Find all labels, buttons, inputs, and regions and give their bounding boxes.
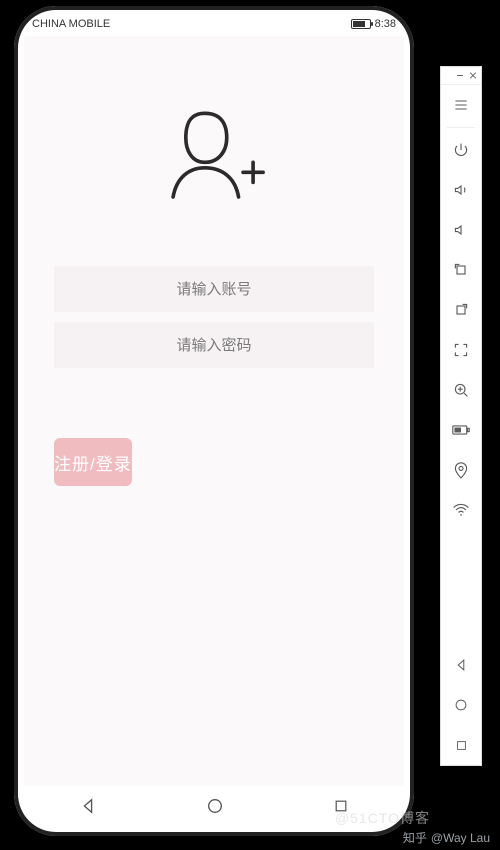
close-icon[interactable] [468, 71, 477, 80]
watermark-faint: @51CTO博客 [335, 808, 430, 828]
toolbar-back-icon[interactable] [441, 645, 481, 685]
app-screen: 注册/登录 [24, 36, 404, 786]
login-form [24, 266, 404, 368]
power-icon[interactable] [441, 130, 481, 170]
watermark: 知乎 @Way Lau [403, 829, 490, 846]
nav-back-button[interactable] [79, 797, 97, 820]
register-login-button[interactable]: 注册/登录 [54, 438, 132, 486]
volume-up-icon[interactable] [441, 170, 481, 210]
location-icon[interactable] [441, 450, 481, 490]
screenshot-icon[interactable] [441, 330, 481, 370]
battery-tool-icon[interactable] [441, 410, 481, 450]
carrier-label: CHINA MOBILE [32, 18, 110, 30]
nav-home-button[interactable] [206, 797, 224, 820]
platform-label: 知乎 [403, 829, 427, 846]
emulator-toolbar [440, 66, 482, 766]
battery-icon [351, 19, 371, 29]
wifi-icon[interactable] [441, 490, 481, 530]
author-label: @Way Lau [431, 831, 490, 845]
account-input[interactable] [54, 266, 374, 312]
minimize-icon[interactable] [455, 71, 464, 80]
toolbar-recent-icon[interactable] [441, 725, 481, 765]
toolbar-titlebar [441, 67, 481, 85]
toolbar-home-icon[interactable] [441, 685, 481, 725]
menu-icon[interactable] [441, 85, 481, 125]
password-input[interactable] [54, 322, 374, 368]
volume-down-icon[interactable] [441, 210, 481, 250]
zoom-in-icon[interactable] [441, 370, 481, 410]
user-add-icon [24, 106, 404, 206]
clock-label: 8:38 [375, 18, 396, 30]
phone-frame: CHINA MOBILE 8:38 注册/登录 [14, 6, 414, 836]
rotate-left-icon[interactable] [441, 250, 481, 290]
status-bar: CHINA MOBILE 8:38 [14, 12, 414, 36]
rotate-right-icon[interactable] [441, 290, 481, 330]
divider [447, 127, 475, 128]
